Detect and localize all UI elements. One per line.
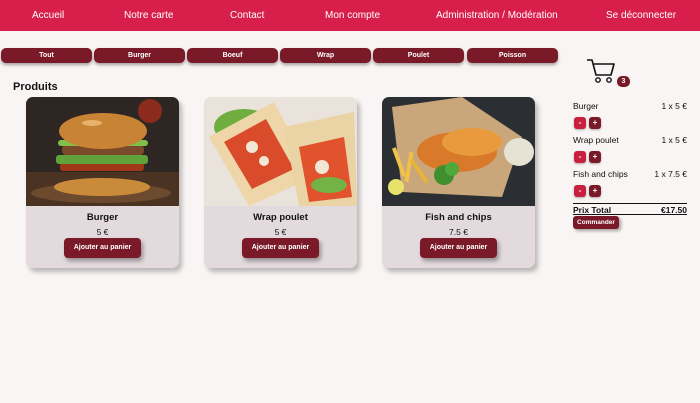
decrease-quantity-button[interactable]: - [574,117,586,129]
decrease-quantity-button[interactable]: - [574,185,586,197]
nav-accueil[interactable]: Accueil [32,10,64,21]
total-label: Prix Total [573,205,612,215]
filter-tout[interactable]: Tout [1,48,92,63]
total-value: €17.50 [661,205,687,215]
shopping-cart-icon[interactable] [586,57,616,85]
cart-item-wrap-poulet: Wrap poulet 1 x 5 € [573,135,687,145]
cart-item-quantity: 1 x 5 € [661,135,687,145]
cart-total: Prix Total €17.50 [573,203,687,215]
add-to-cart-button[interactable]: Ajouter au panier [64,238,141,258]
product-card-fish-and-chips: Fish and chips 7.5 € Ajouter au panier [382,97,535,268]
decrease-quantity-button[interactable]: - [574,151,586,163]
filter-poulet[interactable]: Poulet [373,48,464,63]
product-name: Burger [86,212,119,223]
filter-wrap[interactable]: Wrap [280,48,371,63]
filter-burger[interactable]: Burger [94,48,185,63]
order-button[interactable]: Commander [573,216,619,229]
product-price: 5 € [274,227,287,237]
nav-contact[interactable]: Contact [230,10,264,21]
burger-image [26,97,179,206]
nav-mon-compte[interactable]: Mon compte [325,10,380,21]
product-card-burger: Burger 5 € Ajouter au panier [26,97,179,268]
wrap-image [204,97,357,206]
cart-item-fish-and-chips: Fish and chips 1 x 7.5 € [573,169,687,179]
product-card-wrap-poulet: Wrap poulet 5 € Ajouter au panier [204,97,357,268]
cart-item-name: Burger [573,101,599,111]
cart-item-quantity: 1 x 5 € [661,101,687,111]
add-to-cart-button[interactable]: Ajouter au panier [420,238,497,258]
cart-count-badge: 3 [617,76,630,87]
products-title: Produits [13,81,58,93]
filter-poisson[interactable]: Poisson [467,48,558,63]
product-name: Wrap poulet [253,212,308,223]
product-name: Fish and chips [425,212,492,223]
nav-se-deconnecter[interactable]: Se déconnecter [606,10,676,21]
category-filters: Tout Burger Boeuf Wrap Poulet Poisson [0,48,562,64]
increase-quantity-button[interactable]: + [589,185,601,197]
increase-quantity-button[interactable]: + [589,151,601,163]
add-to-cart-button[interactable]: Ajouter au panier [242,238,319,258]
nav-notre-carte[interactable]: Notre carte [124,10,173,21]
filter-boeuf[interactable]: Boeuf [187,48,278,63]
fish-and-chips-image [382,97,535,206]
cart-item-name: Fish and chips [573,169,628,179]
product-price: 7.5 € [449,227,468,237]
product-price: 5 € [96,227,109,237]
top-navigation: Accueil Notre carte Contact Mon compte A… [0,0,700,31]
cart-item-name: Wrap poulet [573,135,619,145]
increase-quantity-button[interactable]: + [589,117,601,129]
cart-item-burger: Burger 1 x 5 € [573,101,687,111]
cart-item-quantity: 1 x 7.5 € [654,169,687,179]
nav-administration[interactable]: Administration / Modération [436,10,558,21]
